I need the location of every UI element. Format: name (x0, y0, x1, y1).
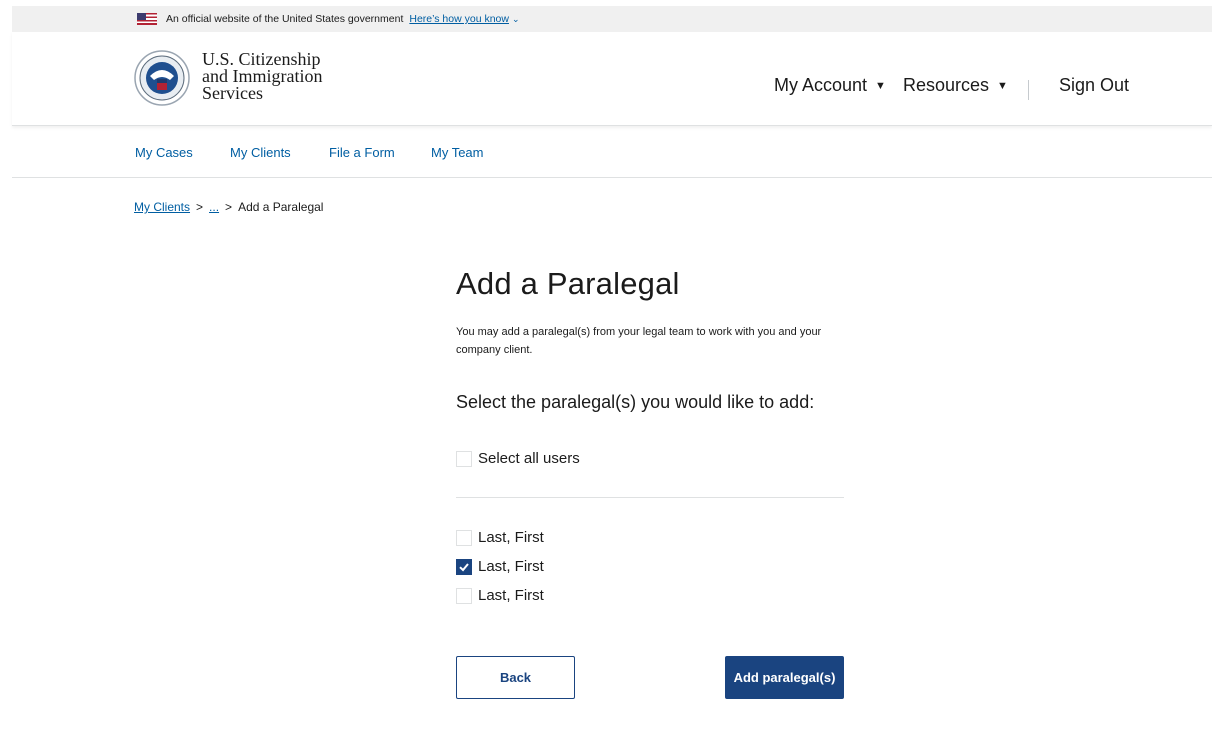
dhs-seal-icon (134, 50, 190, 106)
select-heading: Select the paralegal(s) you would like t… (456, 392, 815, 412)
page-title: Add a Paralegal (456, 266, 680, 301)
select-all-checkbox-row[interactable]: Select all users (456, 450, 580, 467)
back-button[interactable]: Back (456, 656, 575, 699)
user-checkbox-row[interactable]: Last, First (456, 587, 544, 604)
nav-file-a-form[interactable]: File a Form (329, 145, 395, 160)
secondary-nav: My Cases My Clients File a Form My Team (12, 126, 1212, 178)
select-all-label: Select all users (478, 450, 580, 467)
us-flag-icon (137, 13, 157, 25)
my-account-label: My Account (774, 75, 868, 95)
resources-menu[interactable]: Resources ▼ (903, 75, 1008, 96)
user-checkbox[interactable] (456, 529, 472, 546)
nav-my-team[interactable]: My Team (431, 145, 484, 160)
select-all-checkbox[interactable] (456, 450, 472, 467)
user-name: Last, First (478, 587, 544, 604)
caret-down-icon: ▼ (997, 79, 1008, 92)
divider (456, 497, 844, 498)
user-name: Last, First (478, 558, 544, 575)
breadcrumb-separator: > (225, 200, 233, 214)
breadcrumb: My Clients > ... > Add a Paralegal (134, 200, 323, 214)
checkmark-icon (457, 559, 471, 574)
user-checkbox-row[interactable]: Last, First (456, 558, 544, 575)
resources-label: Resources (903, 75, 990, 95)
user-checkbox-row[interactable]: Last, First (456, 529, 544, 546)
user-name: Last, First (478, 529, 544, 546)
gov-banner: An official website of the United States… (12, 6, 1212, 32)
brand-line-3: Services (202, 83, 263, 103)
sign-out-link[interactable]: Sign Out (1059, 75, 1129, 96)
uscis-wordmark[interactable]: U.S. Citizenship and Immigration Service… (202, 50, 322, 103)
user-checkbox[interactable] (456, 587, 472, 604)
caret-down-icon: ▼ (875, 79, 886, 92)
site-header: U.S. Citizenship and Immigration Service… (12, 32, 1212, 126)
breadcrumb-ellipsis[interactable]: ... (209, 200, 219, 214)
breadcrumb-my-clients[interactable]: My Clients (134, 200, 190, 214)
chevron-down-icon[interactable]: ⌄ (512, 14, 520, 25)
gov-banner-text: An official website of the United States… (166, 13, 404, 25)
intro-text: You may add a paralegal(s) from your leg… (456, 326, 822, 356)
nav-my-clients[interactable]: My Clients (230, 145, 291, 160)
nav-my-cases[interactable]: My Cases (135, 145, 193, 160)
nav-divider (1028, 80, 1029, 100)
user-checkbox[interactable] (456, 558, 472, 575)
my-account-menu[interactable]: My Account ▼ (774, 75, 886, 96)
breadcrumb-separator: > (196, 200, 204, 214)
sign-out-label: Sign Out (1059, 75, 1130, 95)
breadcrumb-current: Add a Paralegal (238, 200, 324, 214)
add-paralegals-button[interactable]: Add paralegal(s) (725, 656, 844, 699)
heres-how-you-know-link[interactable]: Here’s how you know (409, 13, 509, 25)
